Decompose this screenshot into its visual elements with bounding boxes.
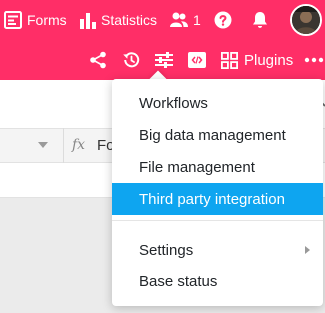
more-button[interactable] xyxy=(304,40,324,80)
formula-column-icon: fx xyxy=(72,137,86,153)
submenu-arrow-icon xyxy=(305,246,310,254)
statistics-icon xyxy=(80,13,96,29)
collaborators-count: 1 xyxy=(193,12,201,28)
menu-item-label: File management xyxy=(139,158,255,176)
statistics-button[interactable]: Statistics xyxy=(80,0,157,40)
app-header: Forms Statistics 1 Plugins xyxy=(0,0,325,80)
bell-icon xyxy=(253,12,267,28)
menu-item-big-data-management[interactable]: Big data management xyxy=(112,119,323,151)
forms-label: Forms xyxy=(27,12,67,28)
menu-item-label: Workflows xyxy=(139,94,208,112)
more-icon xyxy=(304,57,324,63)
menu-item-third-party-integration[interactable]: Third party integration xyxy=(112,183,323,215)
statistics-label: Statistics xyxy=(101,12,158,28)
column-divider xyxy=(63,128,64,163)
chevron-down-icon[interactable] xyxy=(38,142,48,148)
menu-item-label: Third party integration xyxy=(139,190,285,208)
notifications-button[interactable] xyxy=(251,0,269,40)
share-button[interactable] xyxy=(89,40,107,80)
history-button[interactable] xyxy=(122,40,140,80)
collaborators-button[interactable]: 1 xyxy=(170,0,201,40)
more-dropdown-menu: Workflows Big data management File manag… xyxy=(112,79,323,306)
help-button[interactable] xyxy=(214,0,232,40)
menu-divider xyxy=(112,220,323,221)
menu-item-file-management[interactable]: File management xyxy=(112,151,323,183)
menu-item-label: Settings xyxy=(139,241,194,259)
filter-icon xyxy=(155,52,173,68)
share-icon xyxy=(90,51,106,69)
menu-item-base-status[interactable]: Base status xyxy=(112,265,323,297)
users-icon xyxy=(170,12,188,27)
script-button[interactable] xyxy=(188,40,206,80)
menu-item-label: Base status xyxy=(139,272,218,290)
history-icon xyxy=(123,52,140,68)
code-icon xyxy=(188,52,206,68)
plugins-label: Plugins xyxy=(244,51,294,69)
plugins-button[interactable]: Plugins xyxy=(221,40,293,80)
menu-item-label: Big data management xyxy=(139,126,286,144)
plugins-icon xyxy=(221,51,238,69)
menu-item-settings[interactable]: Settings xyxy=(112,234,323,266)
forms-button[interactable]: Forms xyxy=(4,0,67,40)
help-icon xyxy=(214,11,232,29)
form-icon xyxy=(4,11,22,29)
avatar[interactable] xyxy=(290,4,322,36)
avatar-image xyxy=(292,6,320,34)
header-top-bar: Forms Statistics 1 xyxy=(0,0,325,40)
menu-item-workflows[interactable]: Workflows xyxy=(112,87,323,119)
